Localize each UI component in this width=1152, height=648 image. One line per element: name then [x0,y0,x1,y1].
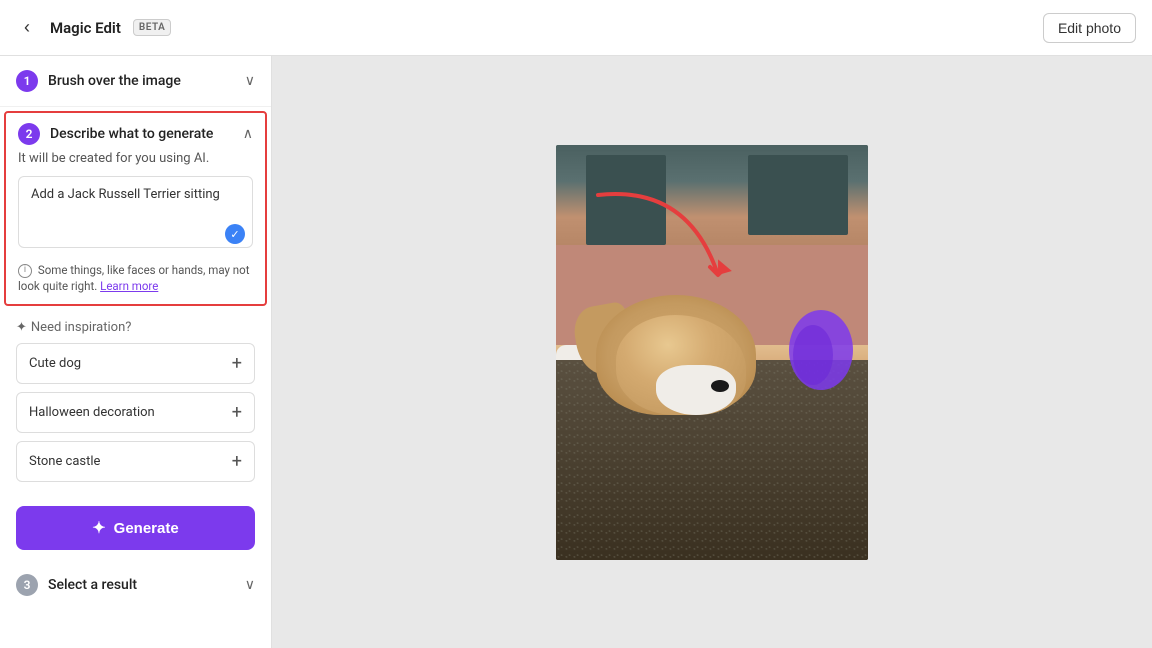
plus-icon-cute-dog: + [232,353,242,374]
step3-chevron: ∨ [245,577,255,593]
plus-icon-stone-castle: + [232,451,242,472]
step2-left: 2 Describe what to generate [18,123,213,145]
edit-photo-button[interactable]: Edit photo [1043,13,1136,43]
warning-text: i Some things, like faces or hands, may … [18,262,253,294]
step1-item[interactable]: 1 Brush over the image ∨ [0,56,271,107]
step3-left: 3 Select a result [16,574,137,596]
learn-more-link[interactable]: Learn more [100,279,158,293]
suggestion-label-cute-dog: Cute dog [29,356,81,371]
step1-left: 1 Brush over the image [16,70,181,92]
suggestion-item-stone-castle[interactable]: Stone castle + [16,441,255,482]
canvas-area [272,56,1152,648]
textarea-wrapper: Add a Jack Russell Terrier sitting ✓ [18,176,253,252]
step3-number: 3 [16,574,38,596]
prompt-textarea[interactable]: Add a Jack Russell Terrier sitting [18,176,253,248]
step3-label: Select a result [48,577,137,593]
step2-expanded: 2 Describe what to generate ∧ It will be… [4,111,267,306]
purple-brush-stroke [783,305,858,395]
generate-section: ✦ Generate [0,496,271,560]
step2-chevron: ∧ [243,126,253,142]
top-bar: ‹ Magic Edit BETA Edit photo [0,0,1152,56]
info-icon: i [18,264,32,278]
step2-label: Describe what to generate [50,126,213,142]
dog-nose [711,380,729,392]
step1-number: 1 [16,70,38,92]
plus-icon-halloween: + [232,402,242,423]
suggestion-item-cute-dog[interactable]: Cute dog + [16,343,255,384]
sidebar: 1 Brush over the image ∨ 2 Describe what… [0,56,272,648]
step3-item[interactable]: 3 Select a result ∨ [0,560,271,610]
suggestion-item-halloween[interactable]: Halloween decoration + [16,392,255,433]
beta-badge: BETA [133,19,171,36]
generate-button[interactable]: ✦ Generate [16,506,255,550]
step2-subtitle: It will be created for you using AI. [18,151,253,166]
step2-header: 2 Describe what to generate ∧ [18,123,253,145]
generate-label: Generate [114,520,179,537]
step1-chevron: ∨ [245,73,255,89]
check-icon: ✓ [225,224,245,244]
sparkle-icon: ✦ [16,320,27,335]
red-arrow [568,175,768,355]
suggestion-label-stone-castle: Stone castle [29,454,100,469]
step1-label: Brush over the image [48,73,181,89]
suggestion-label-halloween: Halloween decoration [29,405,155,420]
generate-icon: ✦ [92,518,105,538]
back-button[interactable]: ‹ [16,13,38,42]
inspiration-section: ✦ Need inspiration? Cute dog + Halloween… [0,310,271,496]
step2-number: 2 [18,123,40,145]
need-inspiration: ✦ Need inspiration? [16,320,255,335]
photo-container [556,145,868,560]
page-title: Magic Edit [50,19,121,37]
main-content: 1 Brush over the image ∨ 2 Describe what… [0,56,1152,648]
inspiration-label: Need inspiration? [31,320,132,335]
